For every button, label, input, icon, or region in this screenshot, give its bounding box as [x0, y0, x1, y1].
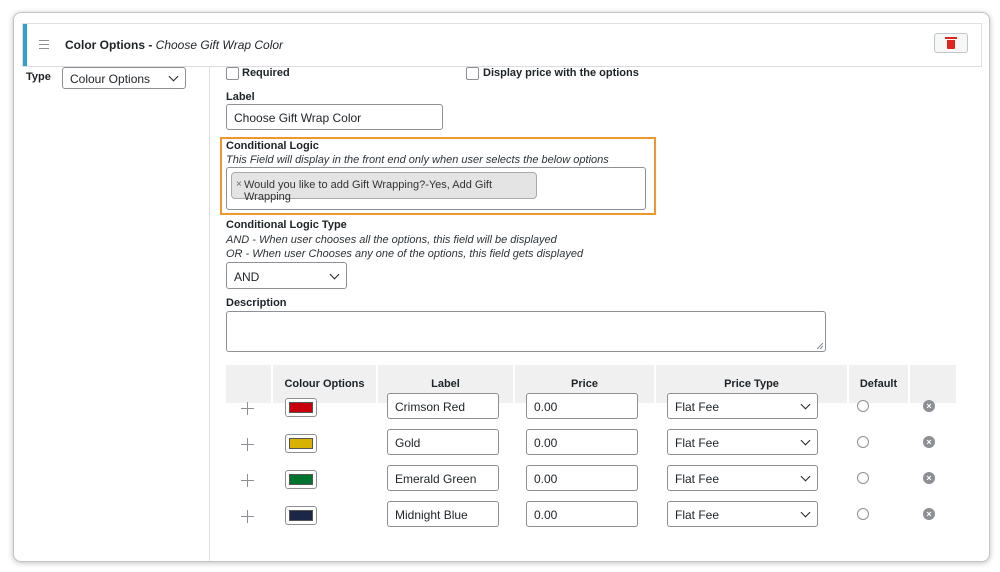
- option-price-value: 0.00: [534, 400, 558, 414]
- option-price-value: 0.00: [534, 472, 558, 486]
- resize-grip-icon[interactable]: [817, 343, 823, 349]
- option-price-value: 0.00: [534, 508, 558, 522]
- option-price-input[interactable]: 0.00: [526, 393, 638, 419]
- logic-type-value: AND: [234, 270, 260, 284]
- header-accent-bar: [23, 24, 27, 66]
- option-label-input[interactable]: Emerald Green: [387, 465, 499, 491]
- conditional-logic-label: Conditional Logic: [226, 140, 319, 152]
- logic-type-select[interactable]: AND: [226, 262, 347, 289]
- color-swatch: [289, 474, 313, 485]
- logic-type-label: Conditional Logic Type: [226, 219, 347, 231]
- display-price-checkbox[interactable]: [466, 67, 479, 80]
- type-column: [22, 66, 210, 561]
- color-picker-button[interactable]: [285, 434, 317, 453]
- price-type-select[interactable]: Flat Fee: [667, 501, 818, 527]
- tag-text: Would you like to add Gift Wrapping?-Yes…: [244, 179, 493, 203]
- conditional-logic-tag[interactable]: × Would you like to add Gift Wrapping?-Y…: [231, 172, 537, 203]
- conditional-logic-multiselect[interactable]: × Would you like to add Gift Wrapping?-Y…: [226, 167, 646, 210]
- price-type-select[interactable]: Flat Fee: [667, 393, 818, 419]
- description-label: Description: [226, 297, 287, 309]
- default-radio[interactable]: [857, 472, 869, 484]
- remove-option-icon[interactable]: ×: [923, 472, 935, 484]
- option-price-input[interactable]: 0.00: [526, 501, 638, 527]
- move-handle-icon[interactable]: [241, 474, 254, 487]
- price-type-value: Flat Fee: [675, 472, 720, 486]
- option-price-input[interactable]: 0.00: [526, 429, 638, 455]
- required-label: Required: [242, 67, 290, 79]
- trash-icon: [945, 37, 957, 49]
- label-input[interactable]: Choose Gift Wrap Color: [226, 104, 443, 130]
- option-price-value: 0.00: [534, 436, 558, 450]
- chevron-down-icon: [800, 507, 811, 518]
- field-editor-window: Color Options - Choose Gift Wrap Color T…: [13, 12, 990, 562]
- option-label-value: Emerald Green: [395, 472, 477, 486]
- chevron-down-icon: [800, 471, 811, 482]
- display-price-label: Display price with the options: [483, 67, 639, 79]
- tag-remove-icon[interactable]: ×: [236, 179, 242, 190]
- color-picker-button[interactable]: [285, 398, 317, 417]
- type-select[interactable]: Colour Options: [62, 67, 186, 89]
- type-label: Type: [26, 71, 51, 83]
- description-textarea[interactable]: [226, 311, 826, 352]
- logic-type-help-or: OR - When user Chooses any one of the op…: [226, 248, 584, 260]
- option-label-input[interactable]: Crimson Red: [387, 393, 499, 419]
- logic-type-help-and: AND - When user chooses all the options,…: [226, 234, 557, 246]
- field-header-title: Color Options - Choose Gift Wrap Color: [65, 38, 283, 52]
- header-default: Default: [849, 365, 908, 403]
- hamburger-icon[interactable]: [39, 40, 49, 49]
- option-label-value: Crimson Red: [395, 400, 466, 414]
- header-remove-cell: [910, 365, 956, 403]
- color-picker-button[interactable]: [285, 470, 317, 489]
- remove-option-icon[interactable]: ×: [923, 436, 935, 448]
- header-drag-cell: [226, 365, 271, 403]
- label-input-value: Choose Gift Wrap Color: [234, 111, 362, 125]
- required-checkbox[interactable]: [226, 67, 239, 80]
- delete-field-button[interactable]: [934, 33, 968, 53]
- field-label-title: Choose Gift Wrap Color: [155, 38, 284, 52]
- field-header[interactable]: Color Options - Choose Gift Wrap Color: [22, 23, 982, 67]
- move-handle-icon[interactable]: [241, 438, 254, 451]
- chevron-down-icon: [329, 269, 340, 280]
- conditional-logic-help: This Field will display in the front end…: [226, 154, 609, 166]
- color-swatch: [289, 510, 313, 521]
- remove-option-icon[interactable]: ×: [923, 508, 935, 520]
- price-type-value: Flat Fee: [675, 400, 720, 414]
- color-swatch: [289, 402, 313, 413]
- price-type-value: Flat Fee: [675, 508, 720, 522]
- color-picker-button[interactable]: [285, 506, 317, 525]
- option-label-input[interactable]: Gold: [387, 429, 499, 455]
- price-type-value: Flat Fee: [675, 436, 720, 450]
- remove-option-icon[interactable]: ×: [923, 400, 935, 412]
- field-type-title: Color Options -: [65, 38, 153, 52]
- move-handle-icon[interactable]: [241, 510, 254, 523]
- label-field-label: Label: [226, 91, 255, 103]
- default-radio[interactable]: [857, 508, 869, 520]
- option-label-input[interactable]: Midnight Blue: [387, 501, 499, 527]
- default-radio[interactable]: [857, 436, 869, 448]
- type-select-value: Colour Options: [70, 72, 151, 86]
- option-label-value: Gold: [395, 436, 421, 450]
- chevron-down-icon: [168, 71, 179, 82]
- chevron-down-icon: [800, 435, 811, 446]
- move-handle-icon[interactable]: [241, 402, 254, 415]
- option-label-value: Midnight Blue: [395, 508, 468, 522]
- price-type-select[interactable]: Flat Fee: [667, 465, 818, 491]
- color-swatch: [289, 438, 313, 449]
- default-radio[interactable]: [857, 400, 869, 412]
- option-price-input[interactable]: 0.00: [526, 465, 638, 491]
- price-type-select[interactable]: Flat Fee: [667, 429, 818, 455]
- chevron-down-icon: [800, 399, 811, 410]
